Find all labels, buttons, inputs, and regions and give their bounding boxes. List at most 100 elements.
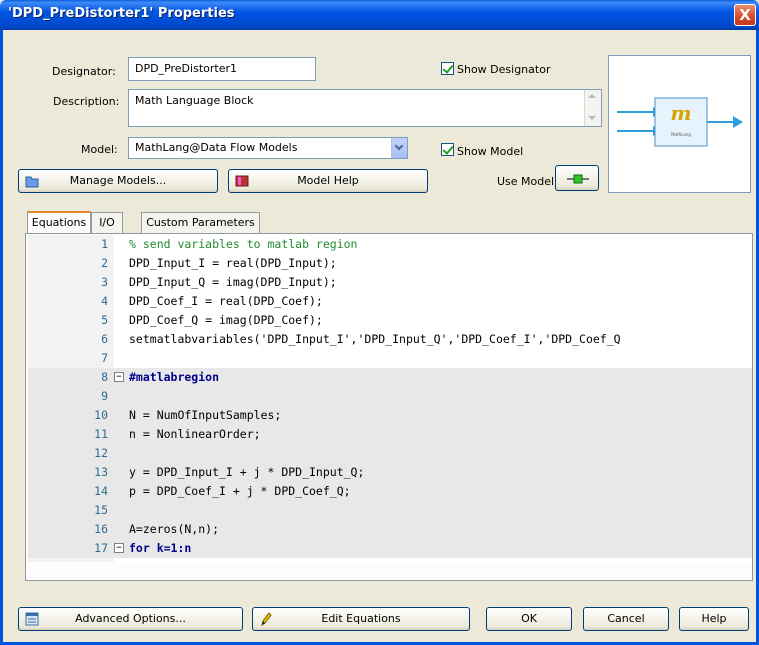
model-select-value: MathLang@Data Flow Models: [135, 141, 298, 154]
line-number: 1: [101, 237, 108, 251]
code-line[interactable]: 5 DPD_Coef_Q = imag(DPD_Coef);: [28, 311, 752, 330]
tab-equations[interactable]: Equations: [27, 211, 91, 234]
code-line[interactable]: 3 DPD_Input_Q = imag(DPD_Input);: [28, 273, 752, 292]
show-designator-label: Show Designator: [457, 63, 551, 76]
fold-collapse-icon[interactable]: −: [114, 543, 124, 553]
model-help-button[interactable]: Model Help: [228, 169, 428, 193]
code-line[interactable]: 1 % send variables to matlab region: [28, 235, 752, 254]
tab-io-label: I/O: [99, 216, 115, 229]
advanced-options-label: Advanced Options...: [75, 612, 186, 625]
cancel-label: Cancel: [607, 612, 645, 625]
code-line[interactable]: 10 N = NumOfInputSamples;: [28, 406, 752, 425]
edit-equations-button[interactable]: Edit Equations: [252, 607, 470, 631]
code-line[interactable]: 7: [28, 349, 752, 368]
line-number: 13: [94, 465, 108, 479]
model-help-label: Model Help: [297, 174, 359, 187]
code-text: DPD_Input_I = real(DPD_Input);: [129, 256, 337, 270]
code-text: N = NumOfInputSamples;: [129, 408, 282, 422]
code-line[interactable]: 15: [28, 501, 752, 520]
line-number: 9: [101, 389, 108, 403]
scroll-up-icon[interactable]: [588, 94, 596, 98]
designator-field[interactable]: DPD_PreDistorter1: [128, 57, 316, 81]
use-model-label: Use Model: [497, 175, 555, 188]
edit-equations-label: Edit Equations: [321, 612, 401, 625]
line-number: 8: [101, 370, 108, 384]
scroll-down-icon[interactable]: [588, 116, 596, 120]
line-number: 11: [94, 427, 108, 441]
line-number: 14: [94, 484, 108, 498]
window-title: 'DPD_PreDistorter1' Properties: [8, 6, 235, 21]
code-text: #matlabregion: [129, 370, 220, 384]
code-line[interactable]: 2 DPD_Input_I = real(DPD_Input);: [28, 254, 752, 273]
equations-panel: 1 % send variables to matlab region 2 DPD_…: [25, 233, 753, 581]
use-model-button[interactable]: [555, 165, 599, 191]
description-scrollbar[interactable]: [584, 90, 601, 126]
code-text: y = DPD_Input_I + j * DPD_Input_Q;: [129, 465, 365, 479]
svg-text:m: m: [670, 101, 691, 125]
code-text: setmatlabvariables('DPD_Input_I','DPD_In…: [129, 332, 621, 346]
code-text: DPD_Input_Q = imag(DPD_Input);: [129, 275, 337, 289]
advanced-options-button[interactable]: Advanced Options...: [18, 607, 243, 631]
code-line[interactable]: 13 y = DPD_Input_I + j * DPD_Input_Q;: [28, 463, 752, 482]
cancel-button[interactable]: Cancel: [583, 607, 669, 631]
connector-icon: [567, 174, 589, 184]
block-symbol-icon: m MathLang: [617, 97, 743, 147]
show-model-label: Show Model: [457, 145, 524, 158]
line-number: 3: [101, 275, 108, 289]
description-label: Description:: [53, 95, 120, 108]
code-line[interactable]: 6 setmatlabvariables('DPD_Input_I','DPD_I…: [28, 330, 752, 349]
tab-equations-label: Equations: [31, 216, 87, 229]
folder-icon: [25, 176, 39, 188]
code-line[interactable]: 4 DPD_Coef_I = real(DPD_Coef);: [28, 292, 752, 311]
code-text: A=zeros(N,n);: [129, 522, 220, 536]
ok-button[interactable]: OK: [486, 607, 572, 631]
fold-collapse-icon[interactable]: −: [114, 372, 124, 382]
title-bar: 'DPD_PreDistorter1' Properties X: [0, 0, 759, 30]
code-line[interactable]: 16 A=zeros(N,n);: [28, 520, 752, 539]
model-select[interactable]: MathLang@Data Flow Models: [128, 137, 408, 159]
code-text: DPD_Coef_Q = imag(DPD_Coef);: [129, 313, 323, 327]
line-number: 6: [101, 332, 108, 346]
line-number: 16: [94, 522, 108, 536]
help-button[interactable]: Help: [679, 607, 749, 631]
show-designator-checkbox[interactable]: [441, 62, 454, 75]
ok-label: OK: [521, 612, 537, 625]
code-text: DPD_Coef_I = real(DPD_Coef);: [129, 294, 323, 308]
code-line[interactable]: 17− for k=1:n: [28, 539, 752, 558]
pencil-icon: [261, 612, 272, 626]
line-number: 4: [101, 294, 108, 308]
model-preview: m MathLang: [608, 55, 751, 193]
code-line[interactable]: 14 p = DPD_Coef_I + j * DPD_Coef_Q;: [28, 482, 752, 501]
line-number: 17: [94, 541, 108, 555]
book-icon: [235, 175, 249, 187]
code-text: n = NonlinearOrder;: [129, 427, 261, 441]
svg-text:MathLang: MathLang: [671, 132, 691, 137]
model-label: Model:: [81, 143, 118, 156]
description-field[interactable]: Math Language Block: [128, 89, 602, 127]
code-text: for k=1:n: [129, 541, 192, 555]
line-number: 5: [101, 313, 108, 327]
equations-editor[interactable]: 1 % send variables to matlab region 2 DPD_…: [28, 235, 752, 562]
show-model-checkbox[interactable]: [441, 143, 454, 156]
code-line[interactable]: 12: [28, 444, 752, 463]
code-line[interactable]: 9: [28, 387, 752, 406]
tab-custom-parameters-label: Custom Parameters: [146, 216, 255, 229]
code-line[interactable]: 11 n = NonlinearOrder;: [28, 425, 752, 444]
settings-window-icon: [25, 612, 39, 626]
code-text: % send variables to matlab region: [129, 237, 358, 251]
line-number: 7: [101, 351, 108, 365]
tab-io[interactable]: I/O: [91, 212, 123, 234]
chevron-down-icon[interactable]: [391, 138, 407, 158]
line-number: 2: [101, 256, 108, 270]
help-label: Help: [701, 612, 727, 625]
description-text: Math Language Block: [135, 94, 254, 107]
line-number: 10: [94, 408, 108, 422]
line-number: 15: [94, 503, 108, 517]
line-number: 12: [94, 446, 108, 460]
close-button[interactable]: X: [734, 4, 756, 26]
tab-custom-parameters[interactable]: Custom Parameters: [141, 212, 260, 234]
designator-label: Designator:: [52, 65, 116, 78]
code-text: p = DPD_Coef_I + j * DPD_Coef_Q;: [129, 484, 351, 498]
manage-models-button[interactable]: Manage Models...: [18, 169, 218, 193]
code-line[interactable]: 8− #matlabregion: [28, 368, 752, 387]
